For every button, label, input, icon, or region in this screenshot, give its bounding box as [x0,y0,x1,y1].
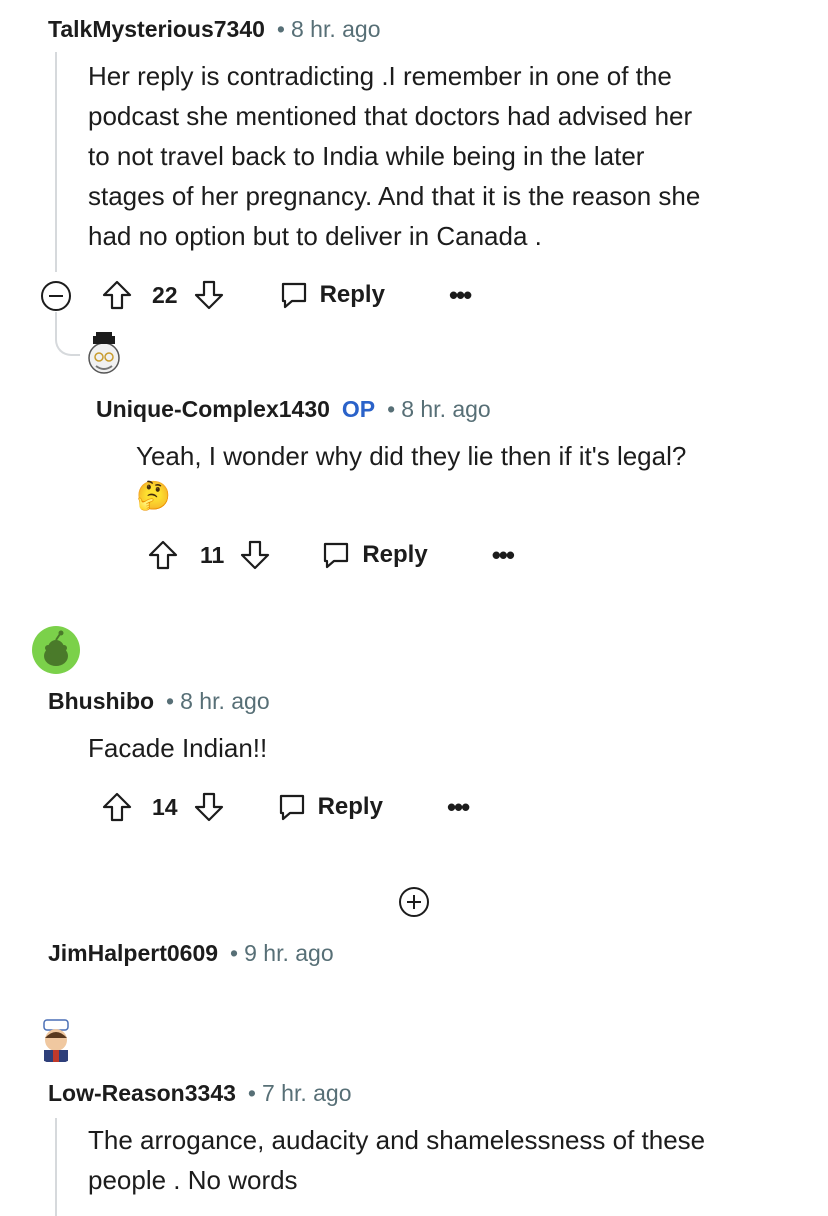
comment-bubble-icon [279,794,304,821]
avatar[interactable] [32,626,80,674]
separator-dot: • [166,688,175,714]
vote-count: 22 [152,281,178,308]
reply-label: Reply [362,541,428,568]
collapse-icon[interactable] [40,280,72,312]
avatar[interactable] [80,330,128,378]
separator-dot: • [387,396,396,422]
comment-author[interactable]: TalkMysterious7340 [48,16,265,42]
thread-line-5[interactable] [55,1118,57,1216]
comment-body: The arrogance, audacity and shamelessnes… [88,1120,808,1200]
comment-line: stages of her pregnancy. And that it is … [88,181,701,211]
reply-button[interactable]: Reply [278,279,385,311]
expand-icon[interactable] [398,886,430,918]
more-options-icon[interactable]: ••• [492,540,515,571]
comment-line: Yeah, I wonder why did they lie then if … [136,441,687,471]
comment-line: Her reply is contradicting .I remember i… [88,61,672,91]
separator-dot: • [247,1080,256,1106]
comment-line: had no option but to deliver in Canada . [88,221,542,251]
comment-actions: 11 Reply ••• [146,535,515,575]
comment-header: Bhushibo • 8 hr. ago [48,688,270,715]
downvote-icon[interactable] [238,538,272,572]
separator-dot: • [230,940,239,966]
comment-time: 7 hr. ago [261,1080,352,1106]
reply-button[interactable]: Reply [320,539,428,571]
comment-body: Facade Indian!! [88,728,788,768]
comment-header: JimHalpert0609 • 9 hr. ago [48,940,334,967]
more-options-icon[interactable]: ••• [447,792,470,823]
comment-time: 8 hr. ago [290,16,381,42]
avatar[interactable] [32,1016,80,1064]
comment-time: 8 hr. ago [401,396,491,422]
comment-line: The arrogance, audacity and shamelessnes… [88,1125,706,1155]
comment-actions: 22 Reply ••• [100,275,472,315]
comment-line: people . No words [88,1165,298,1195]
comment-author[interactable]: Low-Reason3343 [48,1080,236,1106]
vote-count: 14 [152,793,178,820]
separator-dot: • [276,16,285,42]
comment-line: podcast she mentioned that doctors had a… [88,101,693,131]
reply-button[interactable]: Reply [276,791,383,823]
comment-header: Unique-Complex1430 OP • 8 hr. ago [96,396,491,423]
reply-connector [55,312,83,356]
upvote-icon[interactable] [146,538,180,572]
comment-time: 8 hr. ago [180,688,270,714]
comment-author[interactable]: Bhushibo [48,688,154,714]
reply-label: Reply [317,793,383,820]
reply-label: Reply [319,281,385,308]
comment-body: Her reply is contradicting .I remember i… [88,56,808,256]
comment-bubble-icon [281,282,306,309]
comment-time: 9 hr. ago [244,940,334,966]
vote-count: 11 [200,541,225,568]
comment-bubble-icon [324,542,349,569]
op-badge: OP [341,396,376,422]
comment-line: Facade Indian!! [88,733,268,763]
comment-header: Low-Reason3343 • 7 hr. ago [48,1080,352,1107]
more-options-icon[interactable]: ••• [449,280,472,311]
comment-body: Yeah, I wonder why did they lie then if … [136,436,806,516]
thread-line-1[interactable] [55,52,57,272]
thinking-emoji: 🤔 [136,480,171,511]
downvote-icon[interactable] [192,790,226,824]
downvote-icon[interactable] [192,278,226,312]
comment-author[interactable]: Unique-Complex1430 [96,396,330,422]
comment-header: TalkMysterious7340 • 8 hr. ago [48,16,381,43]
comment-author[interactable]: JimHalpert0609 [48,940,218,966]
comment-line: to not travel back to India while being … [88,141,645,171]
upvote-icon[interactable] [100,278,134,312]
upvote-icon[interactable] [100,790,134,824]
comment-actions: 14 Reply ••• [100,787,470,827]
